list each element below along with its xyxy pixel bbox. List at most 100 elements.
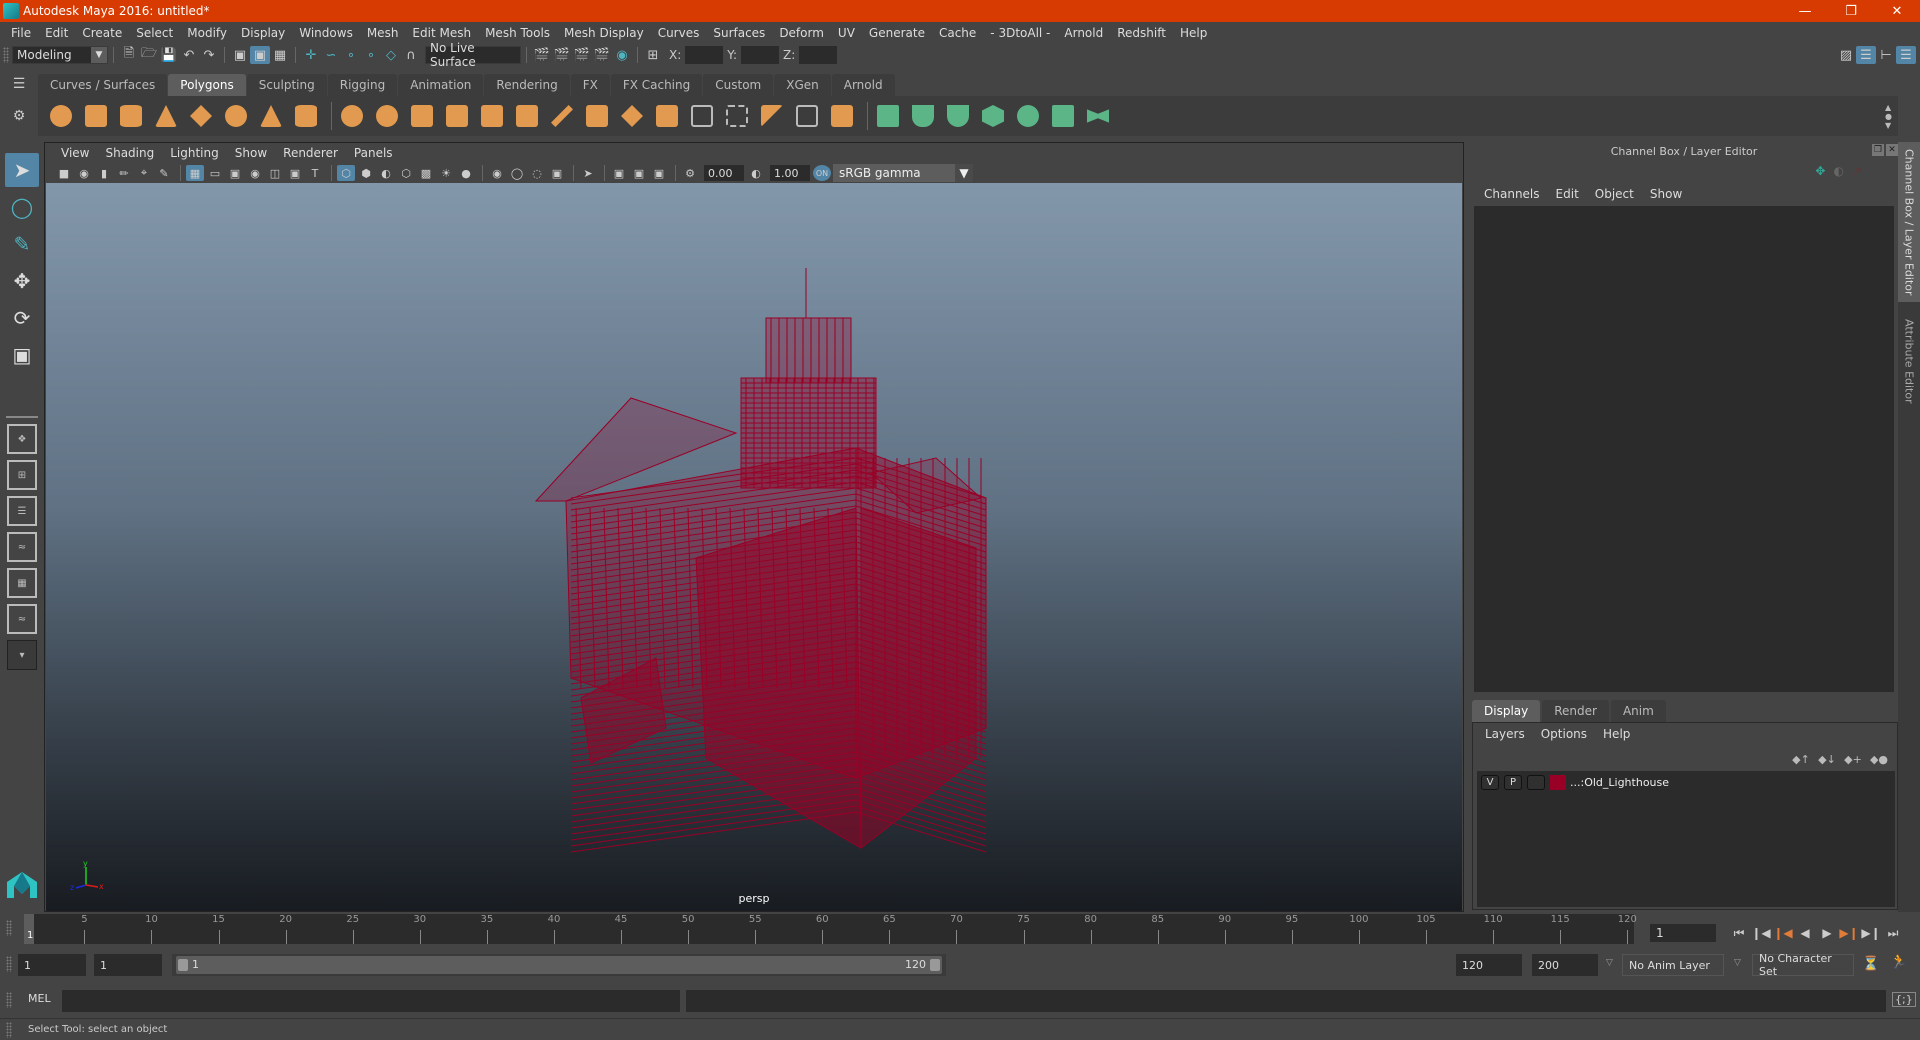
go-to-start-icon[interactable]: ⏮ — [1728, 924, 1750, 942]
hyperbolic-icon[interactable]: ↗ — [1852, 164, 1862, 178]
menu-modify[interactable]: Modify — [180, 26, 234, 40]
render-settings-icon[interactable]: 🎬 — [592, 46, 612, 64]
layer-name[interactable]: ...:Old_Lighthouse — [1570, 776, 1669, 789]
viewport-menu-shading[interactable]: Shading — [97, 146, 162, 160]
exposure-icon[interactable]: ⚙ — [681, 165, 699, 181]
shelf-tab-sculpting[interactable]: Sculpting — [246, 74, 327, 96]
select-component-icon[interactable]: ▦ — [270, 46, 290, 64]
textured-icon[interactable]: ▩ — [417, 165, 435, 181]
poly-cube-icon[interactable] — [81, 101, 111, 131]
character-set-chevron-icon[interactable]: ▽ — [1734, 958, 1741, 968]
use-all-lights-icon[interactable]: ☀ — [437, 165, 455, 181]
menu-surfaces[interactable]: Surfaces — [706, 26, 772, 40]
step-forward-frame-icon[interactable]: ▶❙ — [1860, 924, 1882, 942]
four-view-layout-icon[interactable]: ⊞ — [7, 460, 37, 490]
viewport-menu-view[interactable]: View — [53, 146, 97, 160]
image-plane-icon[interactable]: ✏ — [115, 165, 133, 181]
channel-list[interactable] — [1474, 206, 1894, 692]
shelf-tab-rendering[interactable]: Rendering — [484, 74, 570, 96]
rotate-tool-icon[interactable]: ⟳ — [5, 301, 39, 335]
default-material-icon[interactable]: ◐ — [377, 165, 395, 181]
restore-button[interactable]: ❐ — [1828, 0, 1874, 22]
menu-generate[interactable]: Generate — [862, 26, 932, 40]
script-editor-icon[interactable]: {;} — [1892, 992, 1916, 1007]
film-gate-icon[interactable]: ▭ — [206, 165, 224, 181]
uv-editor-icon[interactable] — [1048, 101, 1078, 131]
side-tab-attribute-editor[interactable]: Attribute Editor — [1898, 306, 1920, 416]
display-type-toggle[interactable] — [1527, 774, 1545, 790]
xray-icon[interactable]: ▣ — [610, 165, 628, 181]
step-back-frame-icon[interactable]: ❙◀ — [1750, 924, 1772, 942]
playback-start-field[interactable]: 1 — [94, 954, 162, 976]
menu-deform[interactable]: Deform — [772, 26, 831, 40]
menu-cache[interactable]: Cache — [932, 26, 983, 40]
z-field[interactable] — [799, 46, 838, 64]
save-scene-icon[interactable]: 💾 — [159, 46, 179, 64]
menu-help[interactable]: Help — [1173, 26, 1214, 40]
open-scene-icon[interactable]: 🗁 — [139, 46, 159, 64]
range-slider[interactable]: 1 120 — [172, 954, 946, 976]
layer-menu-options[interactable]: Options — [1533, 727, 1595, 741]
hypershade-icon[interactable]: ◉ — [612, 46, 632, 64]
close-button[interactable]: ✕ — [1874, 0, 1920, 22]
graph-persp-layout-icon[interactable]: ≈ — [7, 532, 37, 562]
shelf-tab-xgen[interactable]: XGen — [774, 74, 831, 96]
shelf-tab-fx[interactable]: FX — [570, 74, 610, 96]
playback-end-field[interactable]: 120 — [1456, 954, 1522, 976]
snap-point-icon[interactable]: ∘ — [341, 46, 361, 64]
exposure-field[interactable]: 0.00 — [704, 165, 744, 181]
poly-torus-icon[interactable] — [221, 101, 251, 131]
resolution-gate-icon[interactable]: ▣ — [226, 165, 244, 181]
new-empty-layer-icon[interactable]: ◆+ — [1843, 751, 1863, 767]
safe-title-icon[interactable]: T — [306, 165, 324, 181]
anim-layer-chevron-icon[interactable]: ▽ — [1606, 958, 1613, 968]
unfold-uv-icon[interactable] — [1013, 101, 1043, 131]
outliner-persp-layout-icon[interactable]: ☰ — [7, 496, 37, 526]
timeline-bar[interactable]: 5 10 15 20 25 30 35 40 45 50 55 60 65 70 75 80 85 90 95 100… — [24, 914, 1637, 944]
bookmark-icon[interactable]: ▮ — [95, 165, 113, 181]
layer-menu-help[interactable]: Help — [1595, 727, 1638, 741]
grid-toggle-icon[interactable]: ▦ — [186, 165, 204, 181]
channel-menu-show[interactable]: Show — [1642, 187, 1690, 201]
wireframe-icon[interactable]: ⬡ — [337, 165, 355, 181]
tool-settings-icon[interactable]: ⊢ — [1876, 46, 1896, 64]
transform-input-icon[interactable]: ⊞ — [643, 46, 663, 64]
bridge-icon[interactable] — [617, 101, 647, 131]
ipr-render-icon[interactable]: 🎬 — [572, 46, 592, 64]
x-field[interactable] — [685, 46, 724, 64]
undo-icon[interactable]: ↶ — [179, 46, 199, 64]
xray-components-icon[interactable]: ▣ — [650, 165, 668, 181]
snap-grid-icon[interactable]: ✛ — [301, 46, 321, 64]
menu-arnold[interactable]: Arnold — [1057, 26, 1110, 40]
isolate-select-icon[interactable]: ➤ — [579, 165, 597, 181]
mirror-icon[interactable] — [407, 101, 437, 131]
menu-uv[interactable]: UV — [831, 26, 862, 40]
menu-mesh-display[interactable]: Mesh Display — [557, 26, 651, 40]
wireframe-on-shaded-icon[interactable]: ⬡ — [397, 165, 415, 181]
play-forwards-icon[interactable]: ▶ — [1816, 924, 1838, 942]
move-tool-icon[interactable]: ✥ — [5, 264, 39, 298]
layer-tab-anim[interactable]: Anim — [1610, 700, 1666, 722]
shadows-icon[interactable]: ● — [457, 165, 475, 181]
menu-edit-mesh[interactable]: Edit Mesh — [405, 26, 478, 40]
gamma-icon[interactable]: ◐ — [747, 165, 765, 181]
attribute-editor-toggle-icon[interactable]: ☰ — [1856, 46, 1876, 64]
select-tool-icon[interactable]: ➤ — [5, 153, 39, 187]
smooth-icon[interactable] — [442, 101, 472, 131]
screen-space-ao-icon[interactable]: ◉ — [488, 165, 506, 181]
bevel-icon[interactable] — [477, 101, 507, 131]
sew-uv-icon[interactable] — [1083, 101, 1113, 131]
lasso-tool-icon[interactable]: ◯ — [5, 190, 39, 224]
shelf-tab-rigging[interactable]: Rigging — [327, 74, 398, 96]
step-forward-key-icon[interactable]: ▶❙ — [1838, 924, 1860, 942]
poly-cylinder-icon[interactable] — [116, 101, 146, 131]
poly-cone-icon[interactable] — [151, 101, 181, 131]
field-chart-icon[interactable]: ◫ — [266, 165, 284, 181]
poly-pipe-icon[interactable] — [291, 101, 321, 131]
2d-pan-zoom-icon[interactable]: ⌖ — [135, 165, 153, 181]
redo-icon[interactable]: ↷ — [199, 46, 219, 64]
menu-curves[interactable]: Curves — [651, 26, 707, 40]
layer-tab-display[interactable]: Display — [1472, 700, 1541, 722]
spherical-uv-icon[interactable] — [943, 101, 973, 131]
poly-sphere-icon[interactable] — [46, 101, 76, 131]
